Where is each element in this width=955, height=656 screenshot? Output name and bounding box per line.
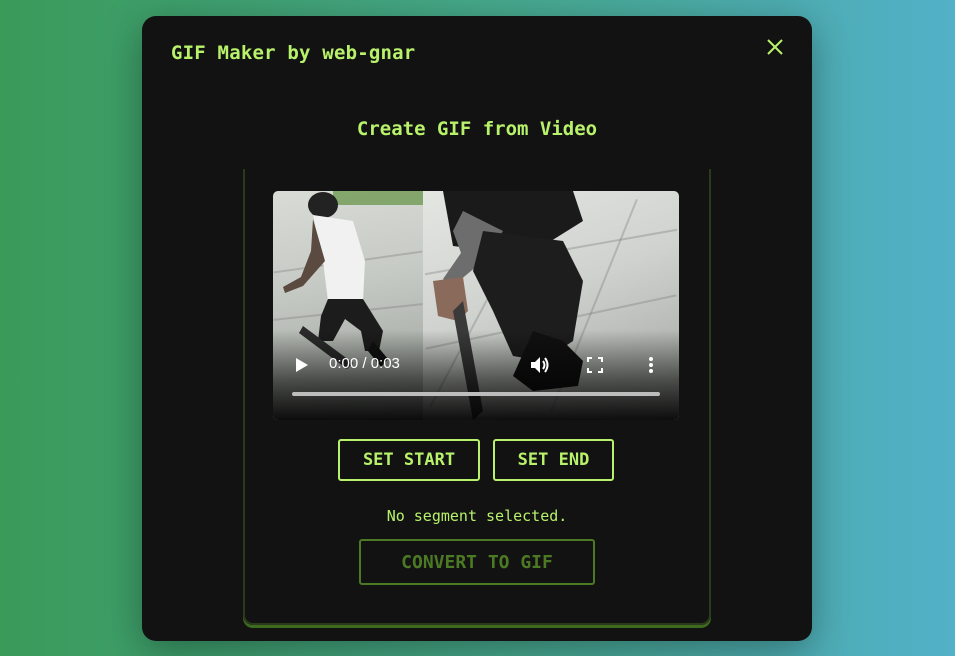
play-button[interactable]	[295, 357, 309, 377]
set-start-button[interactable]: SET START	[338, 439, 480, 481]
more-options-icon	[649, 357, 653, 373]
convert-to-gif-button[interactable]: CONVERT TO GIF	[359, 539, 595, 585]
page-title: Create GIF from Video	[356, 118, 598, 140]
modal-title: GIF Maker by web-gnar	[171, 42, 416, 64]
more-options-button[interactable]	[648, 356, 654, 378]
close-icon	[767, 39, 783, 55]
status-text: No segment selected.	[386, 507, 568, 525]
fullscreen-button[interactable]	[587, 357, 603, 377]
video-progress-bar[interactable]	[292, 392, 660, 396]
volume-icon	[531, 357, 549, 373]
close-button[interactable]	[764, 36, 786, 58]
gif-maker-modal: GIF Maker by web-gnar Create GIF from Vi…	[142, 16, 812, 641]
set-end-button[interactable]: SET END	[493, 439, 614, 481]
video-player[interactable]: 0:00 / 0:03	[273, 191, 679, 420]
play-icon	[296, 358, 308, 372]
time-display: 0:00 / 0:03	[329, 355, 400, 372]
fullscreen-icon	[587, 357, 603, 373]
volume-button[interactable]	[530, 355, 552, 379]
gif-panel: 0:00 / 0:03 SET START SET END No segment…	[243, 169, 711, 625]
